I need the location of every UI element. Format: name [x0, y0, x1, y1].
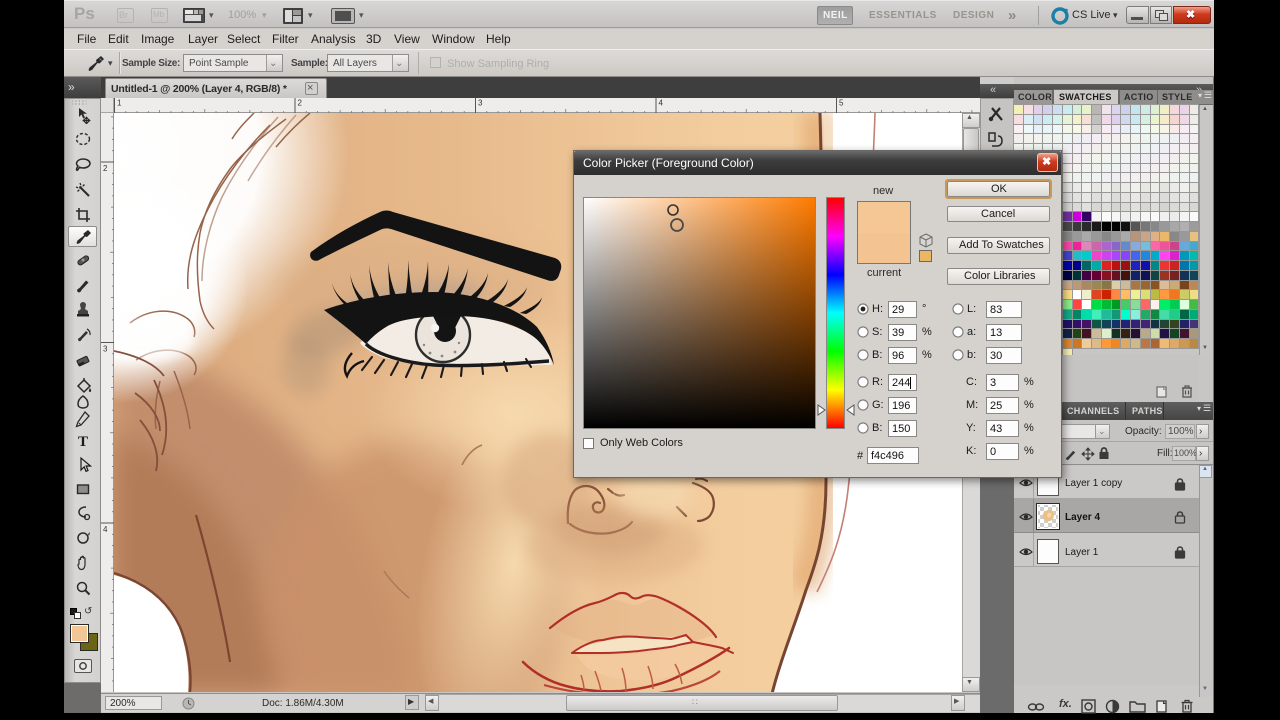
- svg-text:3: 3: [103, 345, 108, 354]
- svg-text:4: 4: [103, 525, 108, 534]
- svg-text:2: 2: [103, 164, 108, 173]
- svg-text:3: 3: [478, 99, 483, 108]
- svg-text:4: 4: [659, 99, 664, 108]
- svg-text:1: 1: [117, 99, 122, 108]
- svg-text:T: T: [78, 434, 88, 450]
- svg-text:5: 5: [839, 99, 844, 108]
- svg-text:2: 2: [298, 99, 303, 108]
